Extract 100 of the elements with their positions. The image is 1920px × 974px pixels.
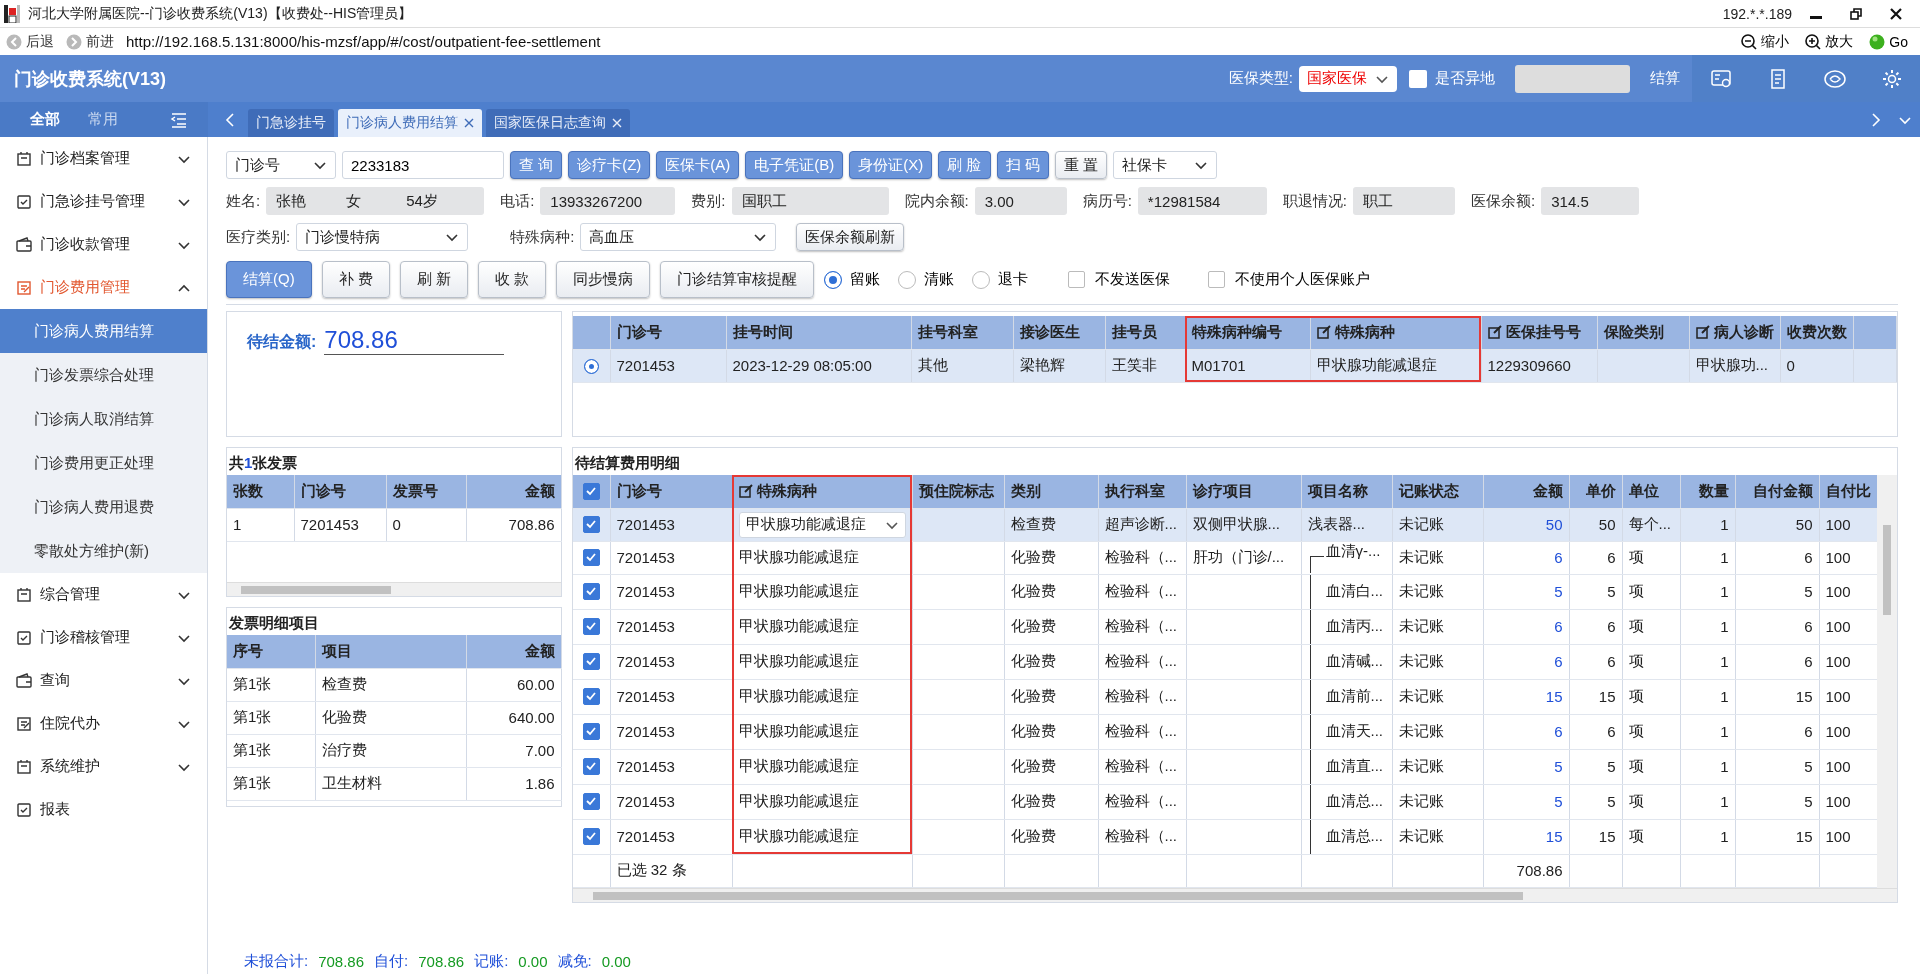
back-button[interactable]: 后退 xyxy=(4,32,56,51)
forward-button[interactable]: 前进 xyxy=(64,32,116,51)
tab[interactable]: 国家医保日志查询 xyxy=(486,109,630,137)
table-cell: 卫生材料 xyxy=(315,767,466,800)
search-button[interactable]: 重 置 xyxy=(1054,151,1107,179)
sidebar-subitem[interactable]: 门诊费用更正处理 xyxy=(0,441,207,485)
column-header: 自付金额 xyxy=(1735,475,1819,508)
table-cell: 其他 xyxy=(911,349,1013,382)
table-cell[interactable]: 5 xyxy=(1483,749,1569,784)
close-icon[interactable] xyxy=(464,118,474,128)
checkbox[interactable] xyxy=(582,515,600,533)
radio-option[interactable]: 清账 xyxy=(898,270,963,289)
table-cell: 50 xyxy=(1735,508,1819,541)
checkbox-option[interactable]: 不使用个人医保账户 xyxy=(1202,269,1377,290)
sidebar-subitem[interactable]: 门诊病人取消结算 xyxy=(0,397,207,441)
table-cell: 15 xyxy=(1735,819,1819,854)
edit-icon xyxy=(1316,324,1331,339)
radio-button[interactable] xyxy=(583,359,599,375)
table-cell: 第1张 xyxy=(227,767,315,800)
action-button[interactable]: 刷 新 xyxy=(399,261,468,298)
refresh-balance-button[interactable]: 医保余额刷新 xyxy=(796,223,905,251)
zoom-out-icon xyxy=(1741,33,1758,50)
zoom-in-button[interactable]: 放大 xyxy=(1801,32,1858,51)
checkbox[interactable] xyxy=(1068,271,1086,288)
checkbox[interactable] xyxy=(1409,69,1427,88)
settle-button[interactable]: 结算 xyxy=(1638,55,1692,102)
checkbox[interactable] xyxy=(582,582,600,600)
table-cell: 100 xyxy=(1819,508,1878,541)
column-header: 项目 xyxy=(315,635,466,668)
field-value: 13933267200 xyxy=(550,192,643,210)
column-header: 张数 xyxy=(227,475,294,508)
search-type-select[interactable]: 门诊号 xyxy=(226,151,336,179)
check-icon xyxy=(585,795,598,808)
column-header: 数量 xyxy=(1680,475,1735,508)
table-cell: 化验费 xyxy=(1004,749,1098,784)
sidebar-tab[interactable]: 全部 xyxy=(16,102,74,137)
action-button[interactable]: 补 费 xyxy=(321,261,390,298)
action-button[interactable]: 同步慢病 xyxy=(556,261,651,298)
input-field[interactable] xyxy=(1515,64,1630,93)
sidebar-subitem[interactable]: 零散处方维护(新) xyxy=(0,529,207,573)
table-cell[interactable]: 15 xyxy=(1483,819,1569,854)
card-type-select[interactable]: 社保卡 xyxy=(1112,151,1217,179)
field-value: *12981584 xyxy=(1147,192,1221,210)
table-cell: 640.00 xyxy=(466,701,561,734)
sidebar-subitem[interactable]: 门诊病人费用退费 xyxy=(0,485,207,529)
checkbox[interactable] xyxy=(582,687,600,705)
action-button[interactable]: 收 款 xyxy=(478,261,547,298)
table-cell: 1229309660 xyxy=(1481,349,1597,382)
checkbox[interactable] xyxy=(582,792,600,810)
table-cell[interactable]: 5 xyxy=(1483,784,1569,819)
scrollbar[interactable] xyxy=(1877,475,1897,888)
field-label: 医保余额: xyxy=(1471,191,1536,211)
radio-button[interactable] xyxy=(824,270,843,289)
table-cell[interactable]: 6 xyxy=(1483,609,1569,644)
edit-icon xyxy=(16,279,32,296)
table-cell: 化验费 xyxy=(1004,819,1098,854)
search-field[interactable]: 2233183 xyxy=(342,151,504,179)
table-cell[interactable]: 5 xyxy=(1483,574,1569,609)
table-cell[interactable]: 6 xyxy=(1483,644,1569,679)
tab[interactable]: 门急诊挂号 xyxy=(248,109,334,137)
checkbox[interactable] xyxy=(582,722,600,740)
cell-text: 血清丙... xyxy=(1325,616,1383,634)
sidebar-subitem[interactable]: 门诊病人费用结算 xyxy=(0,309,207,353)
sidebar-subitem[interactable]: 门诊发票综合处理 xyxy=(0,353,207,397)
checkbox-option[interactable]: 不发送医保 xyxy=(1062,269,1177,290)
disease-select[interactable]: 高血压 xyxy=(580,223,777,251)
column-header: 门诊号 xyxy=(294,475,386,508)
table-cell[interactable]: 6 xyxy=(1483,541,1569,574)
column-header: 特殊病种 xyxy=(732,475,912,508)
table-cell: 60.00 xyxy=(466,668,561,701)
table-cell: 化验费 xyxy=(1004,574,1098,609)
checkbox[interactable] xyxy=(582,652,600,670)
checkbox[interactable] xyxy=(582,548,600,566)
checkbox[interactable] xyxy=(582,482,600,500)
table-cell: 未记账 xyxy=(1392,784,1483,819)
insurance-type-select[interactable]: 国家医保 xyxy=(1299,65,1397,92)
table-cell: 0 xyxy=(1780,349,1853,382)
table-cell[interactable]: 50 xyxy=(1483,508,1569,541)
radio-option[interactable]: 留账 xyxy=(824,270,889,289)
radio-button[interactable] xyxy=(972,270,991,289)
cell-text: 血清直... xyxy=(1325,756,1383,774)
column-header: 门诊号 xyxy=(610,316,726,349)
table-cell[interactable]: 15 xyxy=(1483,679,1569,714)
radio-option[interactable]: 退卡 xyxy=(972,270,1037,289)
cell-select[interactable]: 甲状腺功能减退症 xyxy=(738,511,906,538)
radio-button[interactable] xyxy=(898,270,917,289)
tab[interactable]: 门诊病人费用结算 xyxy=(338,109,482,137)
go-button[interactable]: Go xyxy=(1865,33,1912,50)
checkbox[interactable] xyxy=(1208,271,1226,288)
checkbox[interactable] xyxy=(582,617,600,635)
field-label: 电话: xyxy=(500,191,535,211)
checkbox[interactable] xyxy=(582,757,600,775)
scrollbar[interactable] xyxy=(227,582,561,596)
zoom-out-button[interactable]: 缩小 xyxy=(1737,32,1794,51)
table-cell: 项 xyxy=(1622,714,1680,749)
action-button[interactable]: 门诊结算审核提醒 xyxy=(660,261,815,298)
checkbox[interactable] xyxy=(582,827,600,845)
medical-category-select[interactable]: 门诊慢特病 xyxy=(296,223,469,251)
table-cell[interactable]: 6 xyxy=(1483,714,1569,749)
table-cell: 肝功（门诊/... xyxy=(1186,541,1301,574)
